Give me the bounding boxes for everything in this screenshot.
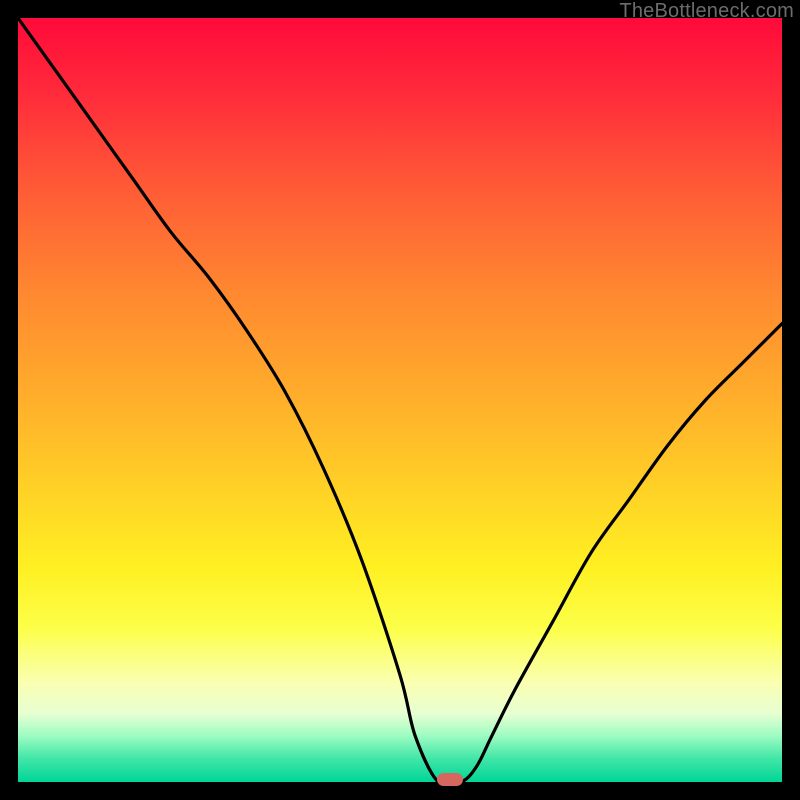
bottleneck-line bbox=[18, 18, 782, 782]
watermark-text: TheBottleneck.com bbox=[619, 0, 794, 23]
optimal-marker bbox=[437, 773, 463, 786]
chart-frame: TheBottleneck.com bbox=[0, 0, 800, 800]
plot-area bbox=[18, 18, 782, 782]
